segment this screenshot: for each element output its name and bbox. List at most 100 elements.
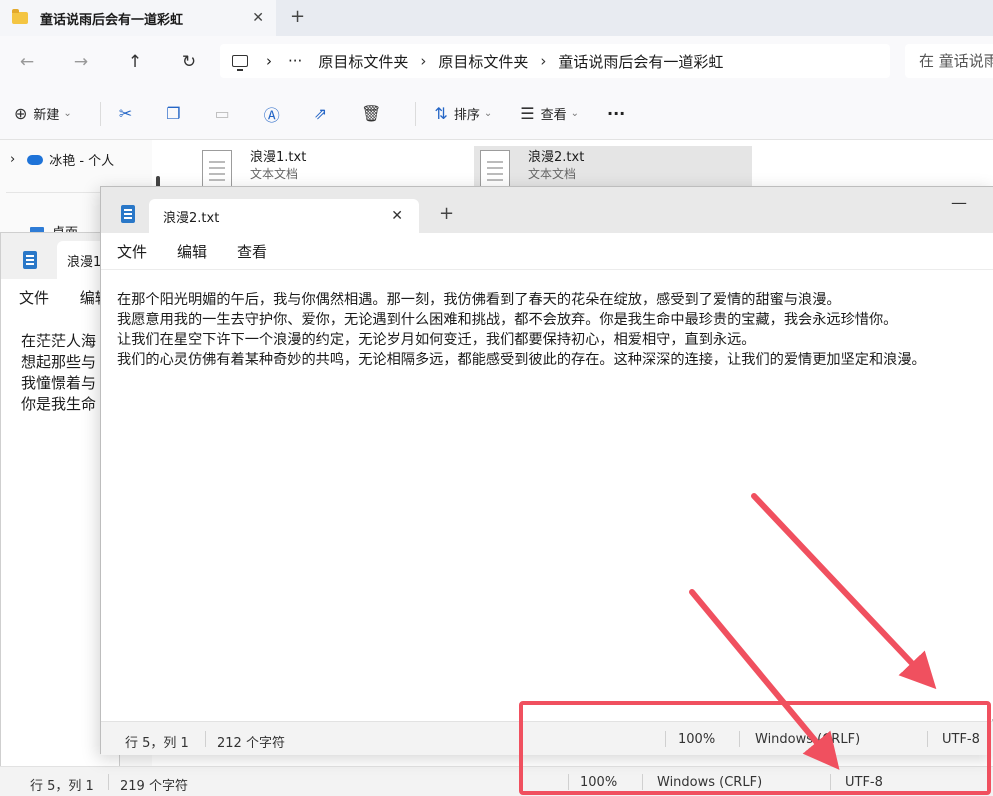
status-divider (927, 731, 928, 747)
explorer-tab-bar: 童话说雨后会有一道彩虹 ✕ + (0, 0, 993, 36)
notepad-icon (23, 251, 37, 269)
status-divider (205, 731, 206, 747)
notepad-back-status-bar: 行 5，列 1 219 个字符 100% Windows (CRLF) UTF-… (0, 766, 993, 796)
explorer-address-bar: ← → ↑ ↻ › ··· 原目标文件夹 › 原目标文件夹 › 童话说雨后会有一… (0, 36, 993, 88)
file-name: 浪漫2.txt (528, 150, 585, 165)
status-position: 行 5，列 1 (125, 736, 189, 751)
breadcrumb-sep: › (266, 52, 272, 70)
clipboard-icon: ▭ (214, 104, 230, 123)
status-char-count: 219 个字符 (120, 779, 188, 794)
back-arrow-icon[interactable]: ← (14, 52, 40, 72)
refresh-icon[interactable]: ↻ (176, 52, 202, 72)
delete-button[interactable]: 🗑 (361, 104, 387, 123)
scissors-icon: ✂ (118, 104, 133, 123)
view-list-icon: ☰ (520, 104, 535, 123)
menu-view[interactable]: 查看 (237, 241, 267, 262)
nav-item-onedrive[interactable]: › 冰艳 - 个人 (10, 150, 114, 169)
file-item[interactable]: 浪漫1.txt 文本文档 (196, 146, 396, 188)
forward-arrow-icon[interactable]: → (68, 52, 94, 72)
text-line: 让我们在星空下许下一个浪漫的约定，无论岁月如何变迁，我们都要保持初心，相爱相守，… (117, 332, 756, 348)
new-label: 新建 (33, 108, 60, 123)
sort-button[interactable]: ⇅ 排序 ⌄ (434, 104, 492, 123)
file-type: 文本文档 (528, 167, 577, 181)
file-item[interactable]: 浪漫2.txt 文本文档 (474, 146, 752, 188)
view-label: 查看 (540, 108, 567, 123)
notepad-back-text[interactable]: 在茫茫人海 想起那些与 我憧憬着与 你是我生命 (21, 331, 101, 415)
text-line: 你是我生命 (21, 395, 97, 413)
chevron-down-icon: ⌄ (63, 108, 72, 119)
notepad-front-tab-title: 浪漫2.txt (163, 210, 220, 226)
status-divider (665, 731, 666, 747)
onedrive-label: 冰艳 - 个人 (49, 154, 115, 169)
text-document-icon (202, 150, 232, 188)
view-button[interactable]: ☰ 查看 ⌄ (520, 104, 579, 123)
toolbar-divider (415, 101, 417, 126)
new-tab-icon[interactable]: + (439, 203, 454, 224)
close-tab-icon[interactable]: ✕ (252, 10, 264, 26)
explorer-tab-title: 童话说雨后会有一道彩虹 (40, 12, 184, 28)
chevron-right-icon[interactable]: › (10, 152, 15, 167)
cloud-icon (27, 154, 44, 165)
copy-button[interactable]: ❐ (166, 104, 186, 123)
notepad-front-status-bar: 行 5，列 1 212 个字符 100% Windows (CRLF) UTF-… (101, 721, 993, 755)
new-button[interactable]: ⊕ 新建 ⌄ (14, 104, 72, 123)
paste-button[interactable]: ▭ (215, 104, 236, 123)
breadcrumb-item-2[interactable]: 原目标文件夹 (438, 51, 528, 72)
text-document-icon (480, 150, 510, 188)
breadcrumb[interactable]: › ··· 原目标文件夹 › 原目标文件夹 › 童话说雨后会有一道彩虹 (220, 44, 890, 78)
rename-icon: Ⓐ (263, 105, 280, 125)
menu-file[interactable]: 文件 (117, 241, 147, 262)
text-line: 想起那些与 (21, 353, 97, 371)
share-button[interactable]: ⇗ (314, 104, 333, 123)
share-icon: ⇗ (313, 104, 328, 123)
sort-icon: ⇅ (434, 104, 448, 123)
status-char-count: 212 个字符 (217, 736, 285, 751)
status-encoding[interactable]: UTF-8 (845, 775, 883, 790)
notepad-front-tab[interactable]: 浪漫2.txt ✕ (149, 199, 419, 233)
notepad-icon (121, 205, 135, 223)
status-divider (830, 774, 831, 790)
status-line-ending[interactable]: Windows (CRLF) (755, 732, 860, 747)
notepad-back-menu: 文件 编辑 (19, 287, 110, 308)
sort-label: 排序 (453, 108, 480, 123)
menu-file[interactable]: 文件 (19, 289, 49, 307)
breadcrumb-sep: › (540, 52, 547, 70)
this-pc-icon[interactable] (232, 55, 248, 71)
status-divider (642, 774, 643, 790)
up-arrow-icon[interactable]: ↑ (122, 52, 148, 72)
search-input[interactable]: 在 童话说雨后 (905, 44, 993, 78)
status-zoom[interactable]: 100% (678, 732, 715, 747)
explorer-toolbar: ⊕ 新建 ⌄ ✂ ❐ ▭ Ⓐ ⇗ 🗑 ⇅ 排序 ⌄ ☰ 查看 ⌄ ··· (0, 88, 993, 140)
menu-edit[interactable]: 编辑 (177, 241, 207, 262)
notepad-front-tab-bar: 浪漫2.txt ✕ + — (101, 187, 993, 233)
notepad-front-text[interactable]: 在那个阳光明媚的午后，我与你偶然相遇。那一刻，我仿佛看到了春天的花朵在绽放，感受… (117, 290, 993, 370)
minimize-icon[interactable]: — (951, 193, 967, 212)
status-divider (739, 731, 740, 747)
cut-button[interactable]: ✂ (119, 104, 138, 123)
breadcrumb-ellipsis[interactable]: ··· (288, 52, 302, 70)
breadcrumb-item-1[interactable]: 原目标文件夹 (318, 51, 408, 72)
explorer-tab[interactable]: 童话说雨后会有一道彩虹 ✕ (0, 0, 276, 36)
new-tab-icon[interactable]: + (290, 6, 305, 27)
text-line: 我憧憬着与 (21, 374, 97, 392)
status-zoom[interactable]: 100% (580, 775, 617, 790)
status-divider (108, 774, 109, 790)
toolbar-divider (99, 101, 101, 126)
text-line: 我愿意用我的一生去守护你、爱你，无论遇到什么困难和挑战，都不会放弃。你是我生命中… (117, 312, 898, 328)
status-encoding[interactable]: UTF-8 (942, 732, 980, 747)
status-divider (568, 774, 569, 790)
notepad-window-front: 浪漫2.txt ✕ + — 文件 编辑 查看 在那个阳光明媚的午后，我与你偶然相… (100, 186, 993, 755)
status-position: 行 5，列 1 (30, 779, 94, 794)
more-options-button[interactable]: ··· (607, 104, 625, 123)
text-line: 在那个阳光明媚的午后，我与你偶然相遇。那一刻，我仿佛看到了春天的花朵在绽放，感受… (117, 292, 841, 308)
text-line: 在茫茫人海 (21, 332, 97, 350)
file-type: 文本文档 (250, 167, 299, 181)
trash-icon: 🗑 (361, 104, 382, 123)
breadcrumb-item-3[interactable]: 童话说雨后会有一道彩虹 (558, 51, 723, 72)
rename-button[interactable]: Ⓐ (264, 102, 286, 126)
notepad-front-editor[interactable]: 在那个阳光明媚的午后，我与你偶然相遇。那一刻，我仿佛看到了春天的花朵在绽放，感受… (101, 269, 993, 719)
chevron-down-icon: ⌄ (570, 108, 579, 119)
chevron-down-icon: ⌄ (483, 108, 493, 119)
close-tab-icon[interactable]: ✕ (391, 208, 403, 224)
status-line-ending[interactable]: Windows (CRLF) (657, 775, 762, 790)
